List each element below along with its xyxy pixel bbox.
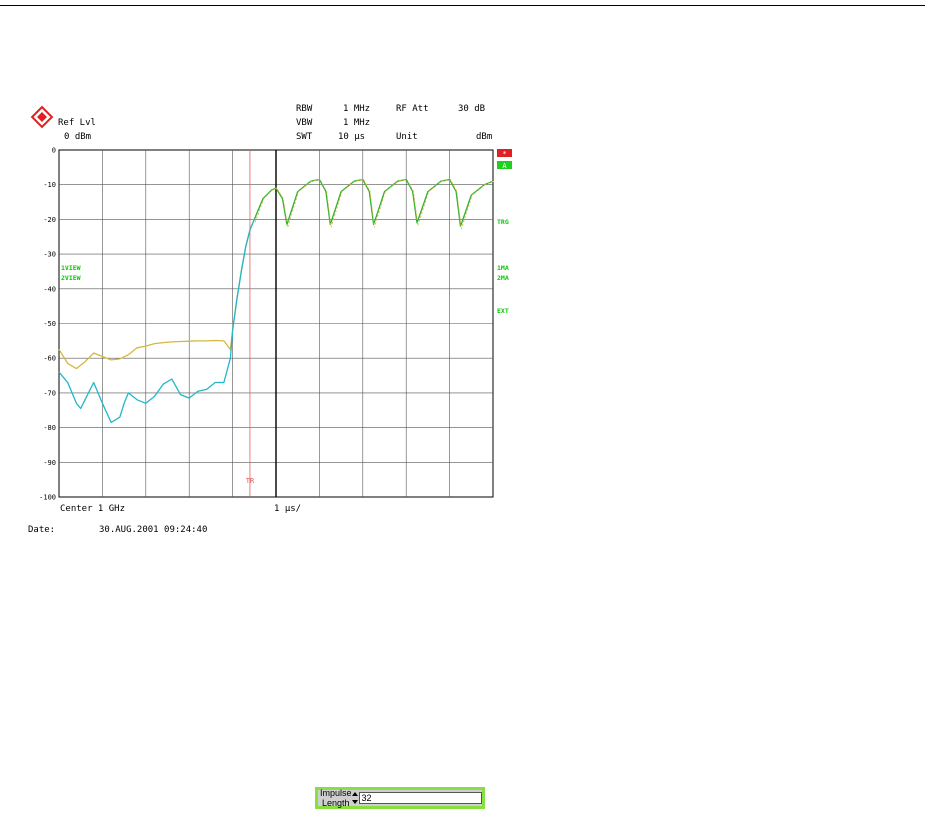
rf-att-value: 30 dB <box>458 104 485 114</box>
trace2-label: 2VIEW <box>61 274 81 282</box>
y-tick-label: -60 <box>43 355 56 363</box>
spin-up-icon[interactable] <box>351 792 358 796</box>
y-tick-label: -30 <box>43 251 56 259</box>
impulse-length-panel: Impulse Length <box>318 788 482 808</box>
rbw-label: RBW <box>296 104 313 114</box>
y-tick-label: -70 <box>43 389 56 397</box>
rf-att-label: RF Att <box>396 104 429 114</box>
vbw-label: VBW <box>296 118 313 128</box>
spin-down-icon[interactable] <box>351 800 358 804</box>
date-value: 30.AUG.2001 09:24:40 <box>99 525 207 535</box>
y-tick-label: -20 <box>43 216 56 224</box>
center-frequency: Center 1 GHz <box>60 504 125 514</box>
spectrum-analyzer-chart: Ref Lvl 0 dBm RBW 1 MHz VBW 1 MHz SWT 10… <box>28 104 512 535</box>
trace1-label: 1VIEW <box>61 264 81 272</box>
right-label-trg: TRG <box>497 218 509 226</box>
y-tick-label: -40 <box>43 285 56 293</box>
y-axis-ticks: 0 -10 -20 -30 -40 -50 -60 -70 -80 -90 -100 <box>39 147 56 502</box>
impulse-length-spinner[interactable] <box>351 792 358 804</box>
unit-value: dBm <box>476 132 492 142</box>
unit-label: Unit <box>396 132 418 142</box>
plot-grid: TR <box>58 149 494 498</box>
y-tick-label: -100 <box>39 494 56 502</box>
y-tick-label: 0 <box>52 147 56 155</box>
swt-label: SWT <box>296 132 313 142</box>
y-tick-label: -10 <box>43 181 56 189</box>
right-label-ext: EXT <box>497 307 509 315</box>
rohde-schwarz-logo <box>30 105 54 129</box>
ref-lvl-label: Ref Lvl <box>58 118 96 128</box>
marker-a-text: * <box>502 150 506 158</box>
ref-lvl-value: 0 dBm <box>64 132 91 142</box>
y-tick-label: -50 <box>43 320 56 328</box>
span-per-div: 1 µs/ <box>274 504 301 514</box>
y-tick-label: -90 <box>43 459 56 467</box>
impulse-length-input[interactable] <box>358 792 482 804</box>
right-label-2ma: 2MA <box>497 274 509 282</box>
y-tick-label: -80 <box>43 424 56 432</box>
impulse-length-label: Impulse Length <box>320 788 352 808</box>
vbw-value: 1 MHz <box>343 118 370 128</box>
impulse-length-control: Impulse Length <box>315 787 485 809</box>
rbw-value: 1 MHz <box>343 104 370 114</box>
trace-cyan-line <box>58 219 255 424</box>
trace-yellow-line <box>58 219 255 370</box>
trigger-label: TR <box>246 477 255 485</box>
swt-value: 10 µs <box>338 132 365 142</box>
date-label: Date: <box>28 525 55 535</box>
right-label-1ma: 1MA <box>497 264 509 272</box>
